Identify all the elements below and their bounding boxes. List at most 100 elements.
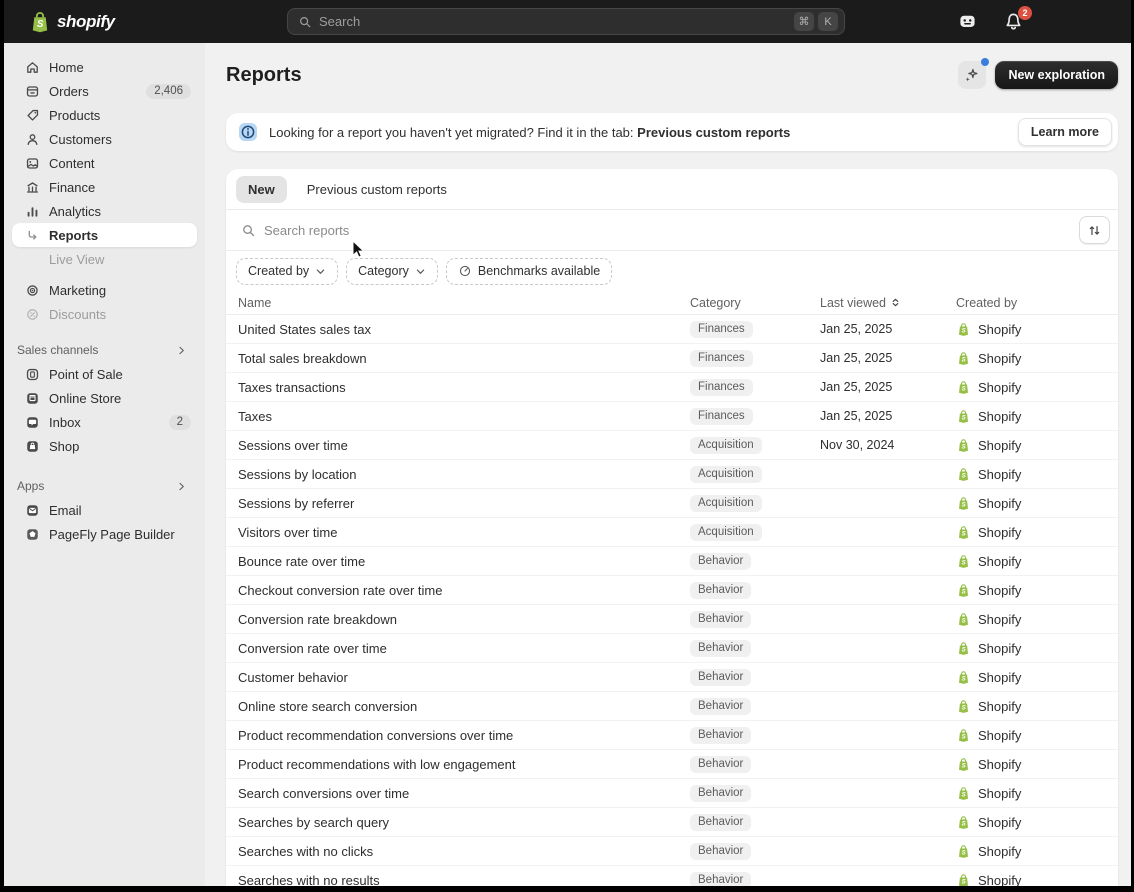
report-name[interactable]: Product recommendation conversions over … [238,728,690,743]
report-name[interactable]: Visitors over time [238,525,690,540]
sidebar-item-home[interactable]: Home [12,55,197,79]
sidebar-item-products[interactable]: Products [12,103,197,127]
report-name[interactable]: Bounce rate over time [238,554,690,569]
sidebar-item-analytics[interactable]: Analytics [12,199,197,223]
shopify-bag-icon [956,670,971,685]
category-badge: Behavior [690,814,751,831]
sidebar-item-shop[interactable]: Shop [12,434,197,458]
sidebar-item-discounts[interactable]: Discounts [12,302,197,326]
table-row[interactable]: Checkout conversion rate over time Behav… [226,576,1118,605]
tab-new[interactable]: New [236,176,287,203]
sidebar-item-badge: 2,406 [146,84,191,99]
report-name[interactable]: Taxes [238,409,690,424]
exploration-sparkle-button[interactable] [958,61,986,89]
new-exploration-button[interactable]: New exploration [995,61,1118,89]
chevron-down-icon [415,266,426,277]
table-row[interactable]: Taxes Finances Jan 25, 2025 Shopify [226,402,1118,431]
column-category[interactable]: Category [690,296,820,310]
apps-label: Apps [17,479,44,493]
report-name[interactable]: Conversion rate over time [238,641,690,656]
sidebar-item-inbox[interactable]: Inbox 2 [12,410,197,434]
sidebar-item-icon [25,307,40,322]
report-name[interactable]: Taxes transactions [238,380,690,395]
sidebar-item-email[interactable]: Email [12,498,197,522]
report-name[interactable]: United States sales tax [238,322,690,337]
last-viewed-date: Jan 25, 2025 [820,322,956,336]
sidebar-item-customers[interactable]: Customers [12,127,197,151]
table-header: Name Category Last viewed Created by [226,291,1118,315]
report-name[interactable]: Online store search conversion [238,699,690,714]
category-badge: Acquisition [690,524,762,541]
sidebar-item-badge: 2 [169,415,191,430]
sidebar-item-icon [25,439,40,454]
reports-search-input[interactable]: Search reports [264,223,1079,238]
table-row[interactable]: Taxes transactions Finances Jan 25, 2025… [226,373,1118,402]
sidebar-section-sales-channels[interactable]: Sales channels [4,338,205,362]
report-name[interactable]: Sessions by referrer [238,496,690,511]
table-row[interactable]: Sessions by location Acquisition Shopify [226,460,1118,489]
table-row[interactable]: Visitors over time Acquisition Shopify [226,518,1118,547]
report-name[interactable]: Checkout conversion rate over time [238,583,690,598]
report-name[interactable]: Searches with no results [238,873,690,887]
sidebar-item-label: Online Store [49,391,121,406]
filter-created-by[interactable]: Created by [236,258,338,285]
table-row[interactable]: Sessions over time Acquisition Nov 30, 2… [226,431,1118,460]
shopify-logo[interactable]: shopify [28,10,115,34]
sidebar-item-pagefly-page-builder[interactable]: PageFly Page Builder [12,522,197,546]
sidebar-item-marketing[interactable]: Marketing [12,278,197,302]
report-name[interactable]: Total sales breakdown [238,351,690,366]
sidebar-item-point-of-sale[interactable]: Point of Sale [12,362,197,386]
table-row[interactable]: Online store search conversion Behavior … [226,692,1118,721]
sidebar-section-apps[interactable]: Apps [4,474,205,498]
report-name[interactable]: Customer behavior [238,670,690,685]
sidebar-item-finance[interactable]: Finance [12,175,197,199]
screen: shopify Search ⌘ K 2 Home Orders 2,406 [0,0,1134,892]
created-by: Shopify [956,786,1106,801]
column-name[interactable]: Name [238,296,690,310]
tab-previous-custom-reports[interactable]: Previous custom reports [295,176,459,203]
global-search-placeholder: Search [319,14,790,29]
created-by: Shopify [956,728,1106,743]
sidebar-item-reports[interactable]: Reports [12,223,197,247]
sidebar-item-online-store[interactable]: Online Store [12,386,197,410]
filter-category[interactable]: Category [346,258,438,285]
search-icon [241,223,256,238]
column-last-viewed[interactable]: Last viewed [820,296,956,310]
table-row[interactable]: Total sales breakdown Finances Jan 25, 2… [226,344,1118,373]
report-name[interactable]: Sessions by location [238,467,690,482]
table-row[interactable]: Search conversions over time Behavior Sh… [226,779,1118,808]
table-row[interactable]: United States sales tax Finances Jan 25,… [226,315,1118,344]
table-row[interactable]: Product recommendation conversions over … [226,721,1118,750]
table-row[interactable]: Conversion rate breakdown Behavior Shopi… [226,605,1118,634]
shopify-bag-icon [956,873,971,887]
column-created-by[interactable]: Created by [956,296,1106,310]
sidebar-item-content[interactable]: Content [12,151,197,175]
report-name[interactable]: Sessions over time [238,438,690,453]
filter-benchmarks-available[interactable]: Benchmarks available [446,258,612,285]
global-search-input[interactable]: Search ⌘ K [287,8,845,35]
learn-more-button[interactable]: Learn more [1018,118,1112,146]
table-row[interactable]: Searches with no results Behavior Shopif… [226,866,1118,886]
sidekick-assistant-icon[interactable] [957,11,978,32]
table-row[interactable]: Conversion rate over time Behavior Shopi… [226,634,1118,663]
sidebar-item-live-view[interactable]: Live View [12,247,197,271]
sidebar-item-orders[interactable]: Orders 2,406 [12,79,197,103]
notifications-button[interactable]: 2 [1003,11,1024,32]
chevron-right-icon [176,345,187,356]
table-row[interactable]: Searches by search query Behavior Shopif… [226,808,1118,837]
sort-button[interactable] [1079,216,1110,244]
sidebar-item-label: Customers [49,132,112,147]
table-row[interactable]: Sessions by referrer Acquisition Shopify [226,489,1118,518]
report-name[interactable]: Product recommendations with low engagem… [238,757,690,772]
report-name[interactable]: Searches with no clicks [238,844,690,859]
table-row[interactable]: Product recommendations with low engagem… [226,750,1118,779]
report-name[interactable]: Searches by search query [238,815,690,830]
table-row[interactable]: Customer behavior Behavior Shopify [226,663,1118,692]
report-name[interactable]: Search conversions over time [238,786,690,801]
sidebar-item-label: Shop [49,439,79,454]
table-row[interactable]: Bounce rate over time Behavior Shopify [226,547,1118,576]
sidebar-item-label: Analytics [49,204,101,219]
table-row[interactable]: Searches with no clicks Behavior Shopify [226,837,1118,866]
k-key-hint: K [818,12,838,31]
report-name[interactable]: Conversion rate breakdown [238,612,690,627]
